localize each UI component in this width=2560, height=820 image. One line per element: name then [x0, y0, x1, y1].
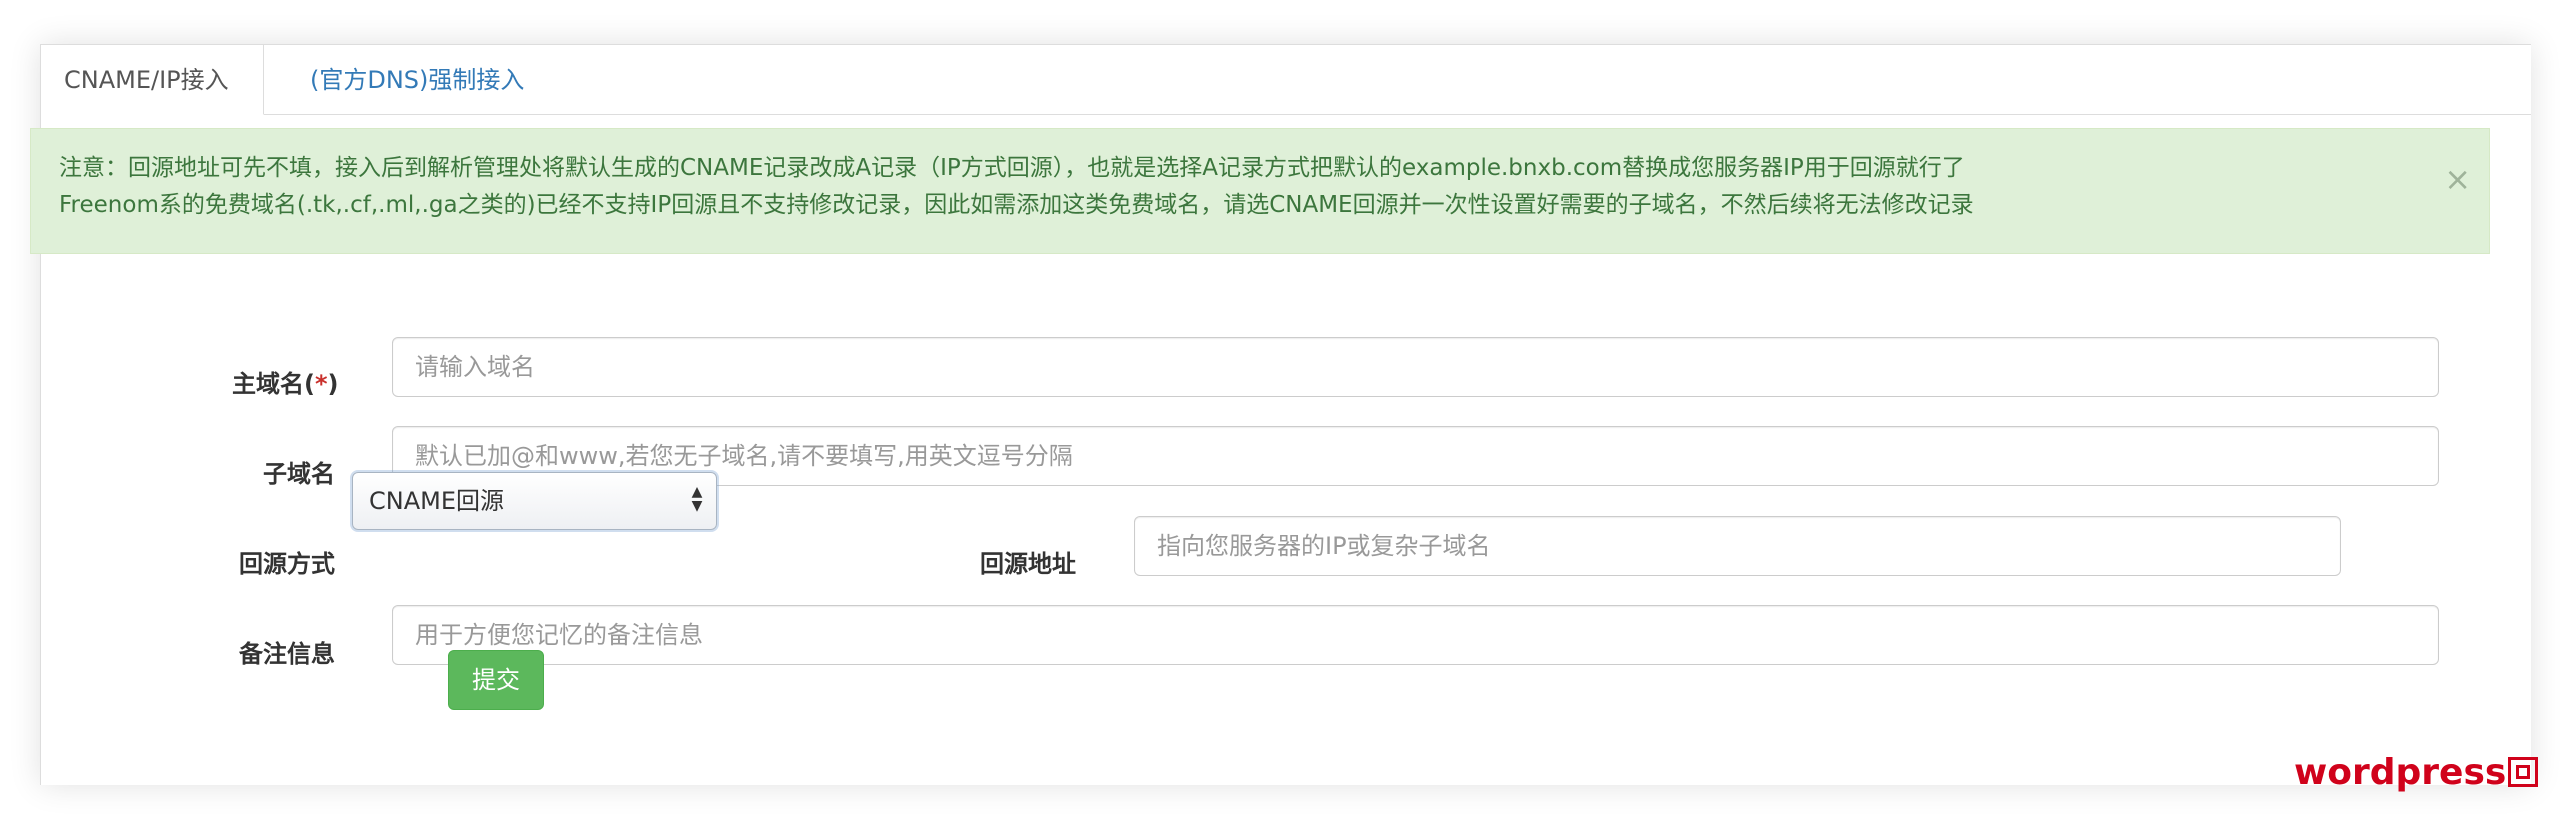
tab-official-dns[interactable]: (官方DNS)强制接入: [287, 45, 547, 115]
tab-bar: CNAME/IP接入 (官方DNS)强制接入: [41, 45, 2531, 115]
origin-method-value: CNAME回源: [369, 487, 504, 515]
alert-line-1: 注意：回源地址可先不填，接入后到解析管理处将默认生成的CNAME记录改成A记录（…: [59, 155, 1965, 181]
origin-address-input[interactable]: [1134, 516, 2341, 576]
chevron-updown-icon: ▲ ▼: [691, 484, 703, 514]
tab-cname-ip[interactable]: CNAME/IP接入: [41, 45, 264, 115]
main-domain-label: 主域名(*): [232, 370, 339, 398]
origin-method-label: 回源方式: [239, 550, 335, 578]
main-domain-input[interactable]: [392, 337, 2439, 397]
submit-button[interactable]: 提交: [448, 650, 544, 710]
origin-method-select[interactable]: CNAME回源 ▲ ▼: [352, 472, 717, 530]
watermark-icon: [2508, 757, 2539, 787]
notice-alert: 注意：回源地址可先不填，接入后到解析管理处将默认生成的CNAME记录改成A记录（…: [30, 128, 2490, 254]
note-input[interactable]: [392, 605, 2439, 665]
watermark-logo: wordpress: [2294, 752, 2539, 793]
alert-line-2: Freenom系的免费域名(.tk,.cf,.ml,.ga之类的)已经不支持IP…: [59, 192, 1974, 218]
subdomain-label: 子域名: [263, 460, 335, 488]
note-label: 备注信息: [239, 640, 335, 668]
required-mark: *: [314, 370, 328, 398]
close-icon[interactable]: ×: [2444, 163, 2471, 195]
origin-address-label: 回源地址: [980, 550, 1076, 578]
